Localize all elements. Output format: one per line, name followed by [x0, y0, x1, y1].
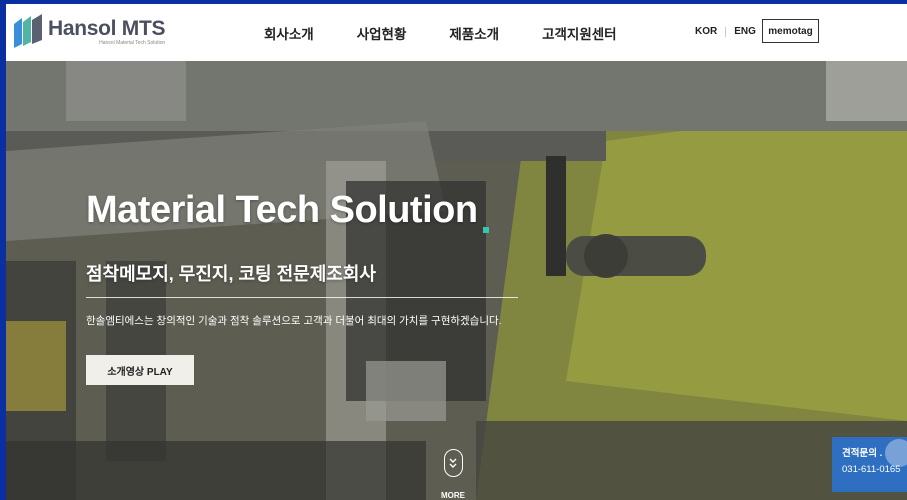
chat-bubble-icon	[885, 439, 907, 467]
hero-description: 한솔엠티에스는 창의적인 기술과 점착 솔루션으로 고객과 더불어 최대의 가치…	[86, 315, 502, 327]
logo-subtitle: Hansol Material Tech Solution	[99, 40, 166, 46]
hero-subtitle: 점착메모지, 무진지, 코팅 전문제조회사	[86, 264, 376, 284]
hero-accent-dot	[483, 227, 489, 233]
nav-item-business[interactable]: 사업현황	[357, 23, 407, 43]
lang-kor-link[interactable]: KOR	[695, 26, 717, 37]
hero-divider	[86, 297, 518, 298]
lang-eng-link[interactable]: ENG	[734, 26, 756, 37]
main-nav: 회사소개 사업현황 제품소개 고객지원센터	[264, 23, 660, 43]
more-scroll-button[interactable]: MORE	[438, 449, 468, 500]
hero-title: Material Tech Solution	[86, 189, 478, 231]
memotag-button[interactable]: memotag	[762, 19, 819, 43]
play-video-button[interactable]: 소개영상 PLAY	[86, 355, 194, 385]
lang-divider	[725, 26, 727, 37]
language-switcher: KOR ENG	[695, 26, 756, 37]
nav-item-support[interactable]: 고객지원센터	[542, 23, 617, 43]
site-header: Hansol MTS Hansol Material Tech Solution…	[6, 4, 907, 61]
hansol-logo-icon	[14, 14, 42, 48]
logo[interactable]: Hansol MTS Hansol Material Tech Solution	[12, 14, 165, 50]
logo-title: Hansol MTS	[48, 17, 166, 40]
hero-section: Material Tech Solution 점착메모지, 무진지, 코팅 전문…	[6, 61, 907, 500]
quote-inquiry-button[interactable]: 견적문의 . 031-611-0165	[832, 437, 907, 492]
nav-item-company[interactable]: 회사소개	[264, 23, 314, 43]
scroll-down-icon	[443, 449, 463, 477]
more-label: MORE	[441, 491, 465, 500]
nav-item-products[interactable]: 제품소개	[449, 23, 499, 43]
page-frame: Hansol MTS Hansol Material Tech Solution…	[0, 0, 907, 500]
